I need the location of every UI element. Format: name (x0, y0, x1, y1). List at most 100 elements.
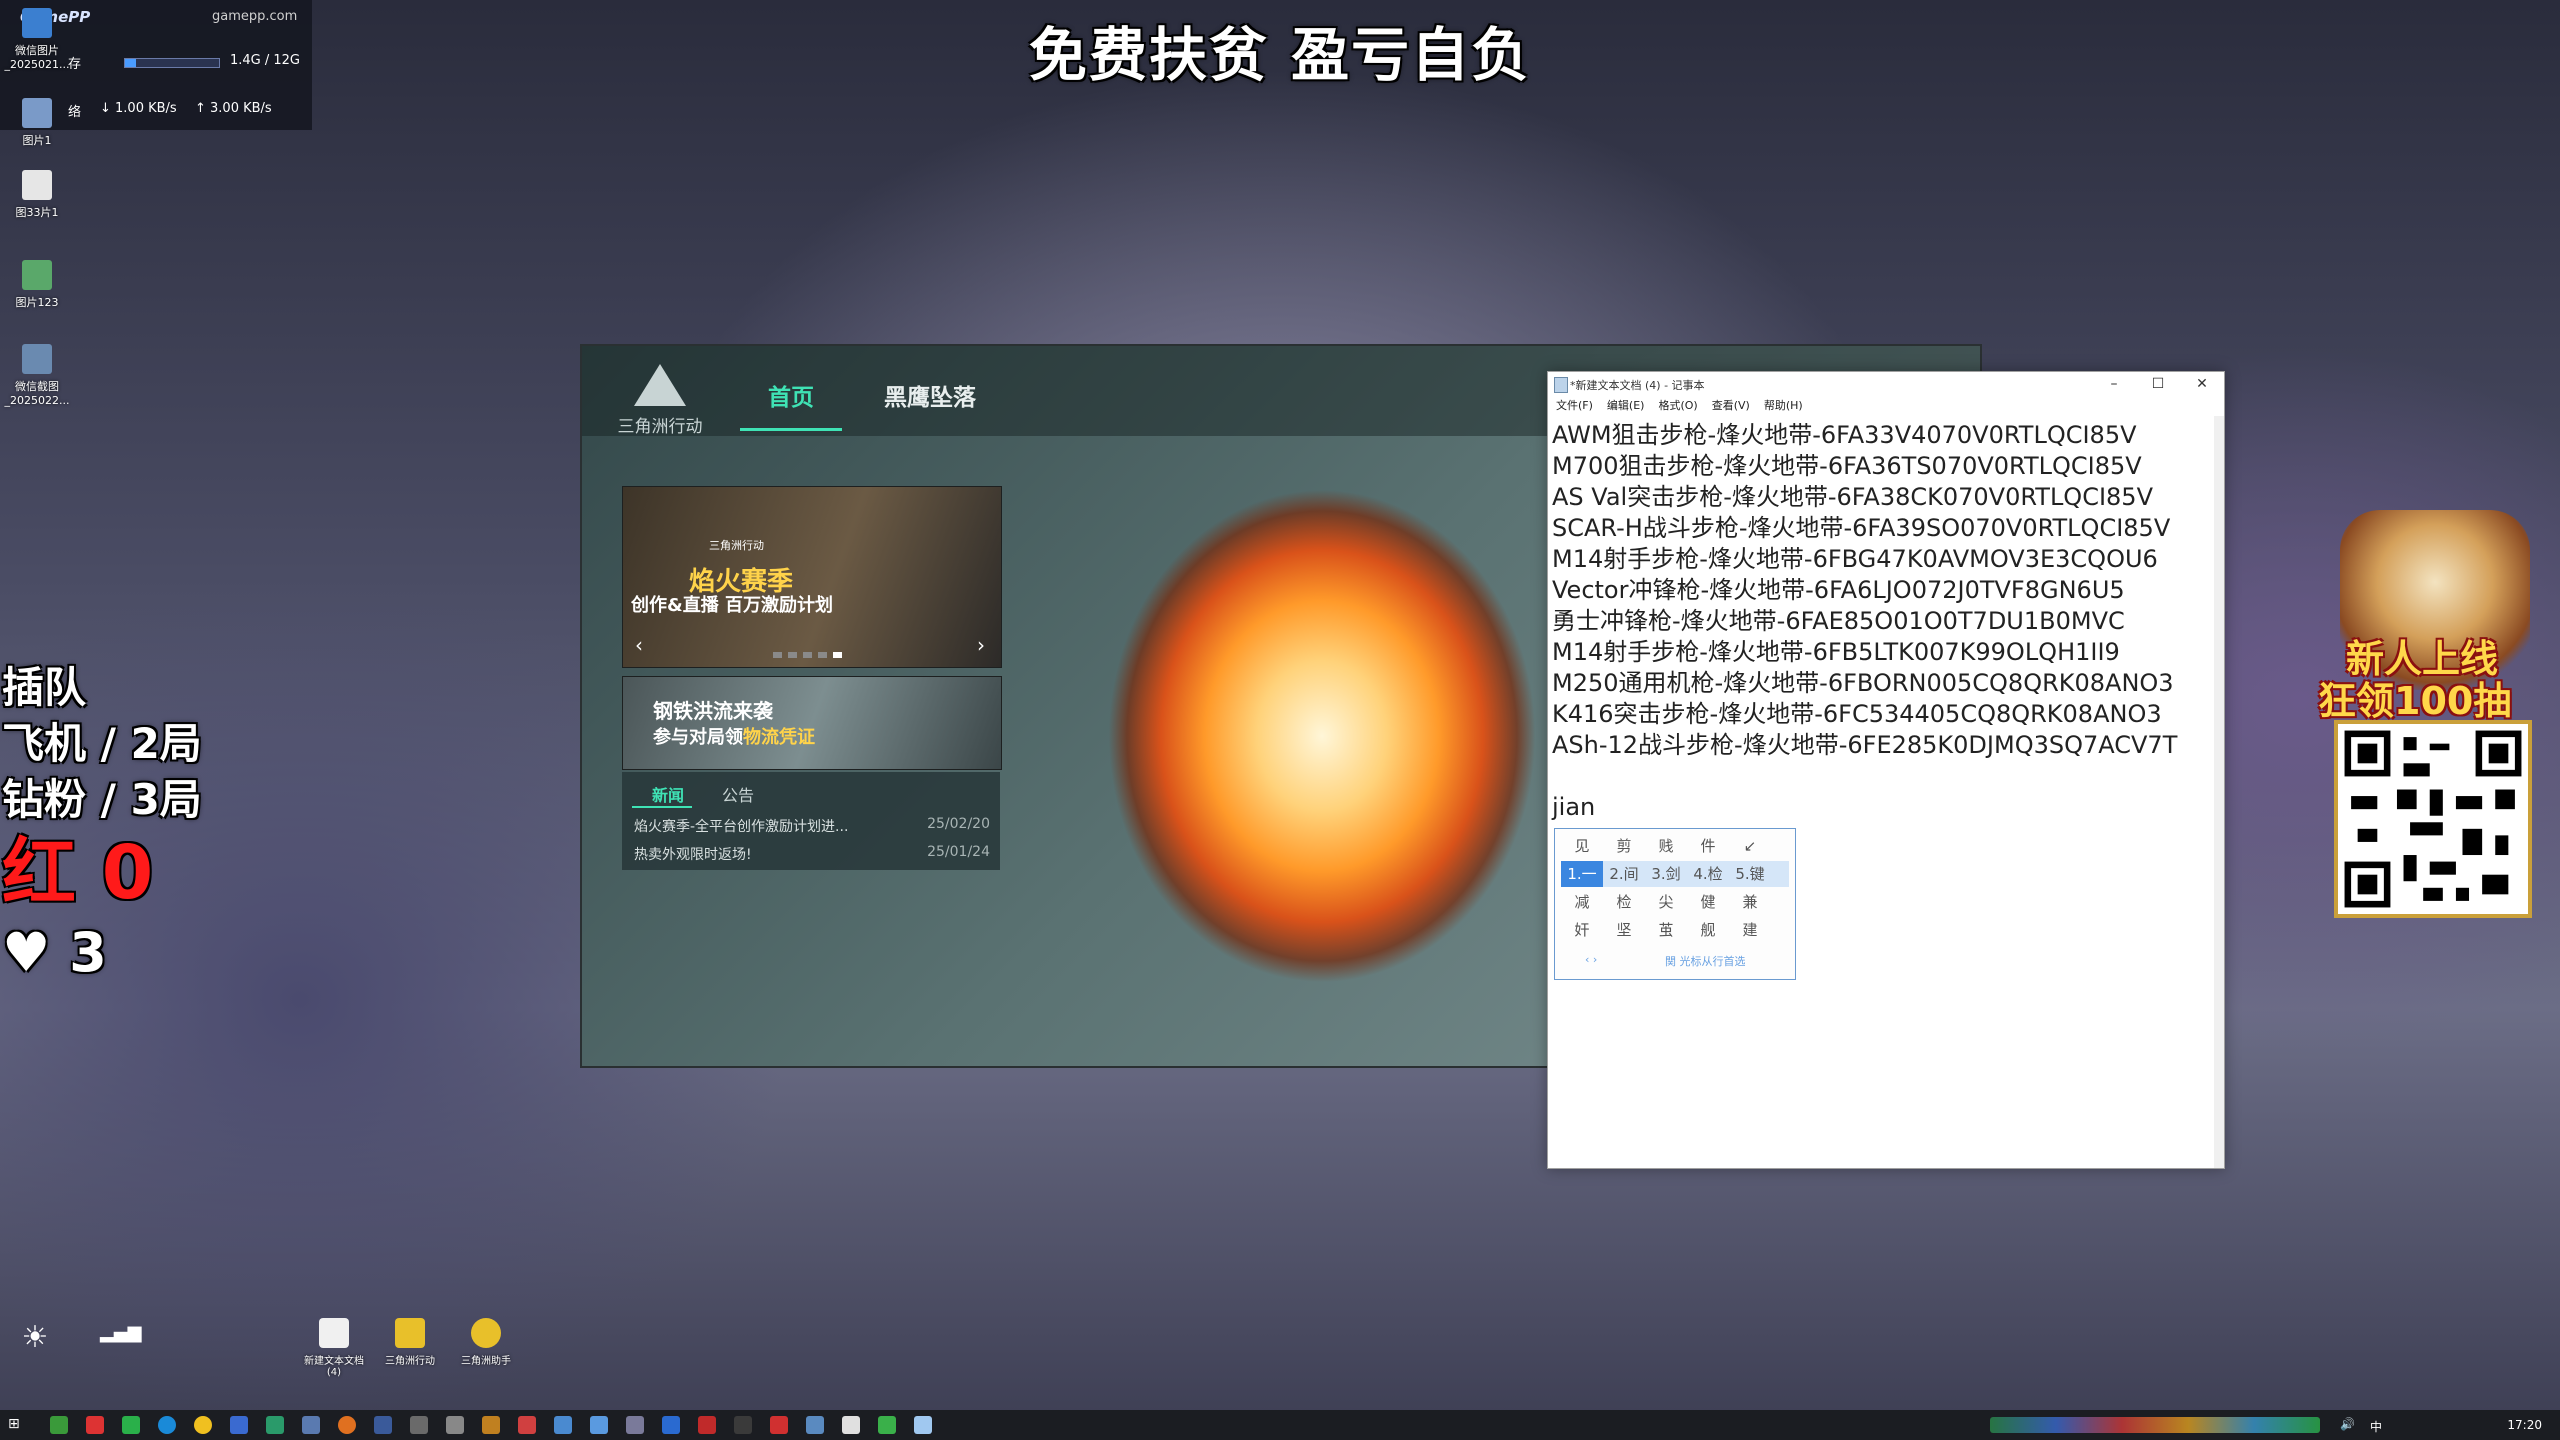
dock-item-delta-force[interactable]: 三角洲行动 (378, 1318, 442, 1367)
ime-candidate[interactable]: 4.检 (1687, 861, 1729, 887)
explosion-artwork (1022, 426, 1622, 1066)
ime-candidate[interactable]: 剪 (1603, 833, 1645, 859)
dock-item-textfile[interactable]: 新建文本文档 (4) (302, 1318, 366, 1378)
taskbar-app-icon[interactable] (338, 1416, 356, 1434)
ime-page-arrows-icon[interactable]: ‹ › (1585, 953, 1597, 966)
dock-item-label: 三角洲行动 (385, 1356, 435, 1367)
promo-banner[interactable]: 钢铁洪流来袭 参与对局领物流凭证 (622, 676, 1002, 770)
red-counter: 红 0 (2, 830, 154, 916)
news-item[interactable]: 热卖外观限时返场! 25/01/24 (634, 844, 990, 864)
menu-view[interactable]: 查看(V) (1712, 399, 1750, 412)
menu-help[interactable]: 帮助(H) (1764, 399, 1803, 412)
carousel-dots (773, 643, 848, 662)
ime-candidate[interactable]: 见 (1561, 833, 1603, 859)
ime-expand-icon[interactable]: ↙ (1729, 833, 1771, 859)
ime-tray-icon[interactable]: 中 (2370, 1418, 2382, 1435)
taskbar-app-icon[interactable] (698, 1416, 716, 1434)
ime-candidate[interactable]: 2.间 (1603, 861, 1645, 887)
ime-candidate[interactable]: 建 (1729, 917, 1771, 943)
wps-icon[interactable] (770, 1416, 788, 1434)
desktop-icon-image1[interactable]: 图片1 (2, 98, 72, 148)
desktop-icon-image33[interactable]: 图33片1 (2, 170, 72, 220)
menu-file[interactable]: 文件(F) (1556, 399, 1593, 412)
taskbar-app-icon[interactable] (734, 1416, 752, 1434)
taskbar-app-icon[interactable] (446, 1416, 464, 1434)
notepad-line: M14射手步枪-烽火地带-6FB5LTK007K99OLQH1II9 (1552, 638, 2120, 666)
ime-candidate[interactable]: 健 (1687, 889, 1729, 915)
carousel-next-icon[interactable]: › (977, 633, 985, 657)
close-button[interactable]: ✕ (2180, 372, 2224, 396)
ime-candidate-selected[interactable]: 1.一 (1561, 861, 1603, 887)
taskbar-app-icon[interactable] (590, 1416, 608, 1434)
system-tray-icons[interactable] (1990, 1417, 2320, 1433)
carousel-dot[interactable] (788, 652, 797, 658)
brightness-icon[interactable]: ☀ (18, 1320, 52, 1355)
carousel-dot[interactable] (818, 652, 827, 658)
ime-candidate[interactable]: 5.键 (1729, 861, 1771, 887)
chrome-icon[interactable] (194, 1416, 212, 1434)
notepad-line: M250通用机枪-烽火地带-6FBORN005CQ8QRK08ANO3 (1552, 669, 2174, 697)
taskbar-app-icon[interactable] (86, 1416, 104, 1434)
ime-candidate[interactable]: 减 (1561, 889, 1603, 915)
notepad-taskbar-icon[interactable] (914, 1416, 932, 1434)
carousel-dot-active[interactable] (833, 652, 842, 658)
tab-announcements[interactable]: 公告 (722, 782, 754, 806)
minimize-button[interactable]: – (2092, 372, 2136, 396)
launcher-logo-text: 三角洲行动 (617, 417, 703, 437)
vertical-scrollbar[interactable] (2214, 416, 2224, 1168)
maximize-button[interactable]: ☐ (2136, 372, 2180, 396)
ime-candidate[interactable]: 件 (1687, 833, 1729, 859)
carousel-dot[interactable] (803, 652, 812, 658)
ime-candidate[interactable]: 兼 (1729, 889, 1771, 915)
menu-format[interactable]: 格式(O) (1658, 399, 1697, 412)
taskbar-app-icon[interactable] (482, 1416, 500, 1434)
ime-row: 见剪贱件 ↙ (1561, 833, 1789, 859)
taskbar-app-icon[interactable] (302, 1416, 320, 1434)
carousel-dot[interactable] (773, 652, 782, 658)
signal-icon[interactable]: ▂▄▆ (100, 1322, 142, 1346)
ime-candidate[interactable]: 3.剑 (1645, 861, 1687, 887)
start-button-icon[interactable]: ⊞ (8, 1416, 26, 1434)
ime-footer[interactable]: 関 光标从行首选 (1665, 953, 1746, 969)
notepad-text-area[interactable]: AWM狙击步枪-烽火地带-6FA33V4070V0RTLQCI85V M700狙击… (1552, 420, 2202, 823)
volume-icon[interactable]: 🔊 (2340, 1417, 2355, 1431)
ime-candidate[interactable]: 茧 (1645, 917, 1687, 943)
taskbar-app-icon[interactable] (554, 1416, 572, 1434)
desktop-icon-image123[interactable]: 图片123 (2, 260, 72, 310)
tab-black-hawk-down[interactable]: 黑鹰坠落 (884, 378, 976, 412)
ime-candidate[interactable]: 坚 (1603, 917, 1645, 943)
desktop-icon-wechat-image[interactable]: 微信图片_2025021... (2, 8, 72, 71)
taskbar-app-icon[interactable] (230, 1416, 248, 1434)
news-item[interactable]: 焰火赛季-全平台创作激励计划进... 25/02/20 (634, 816, 990, 836)
steam-icon[interactable] (662, 1416, 680, 1434)
assistant-app-icon (471, 1318, 501, 1348)
taskbar-app-icon[interactable] (518, 1416, 536, 1434)
image-file-icon (22, 8, 52, 38)
banner-carousel[interactable]: 三角洲行动 焰火赛季 创作&直播 百万激励计划 ‹ › (622, 486, 1002, 668)
document-file-icon (22, 170, 52, 200)
menu-edit[interactable]: 编辑(E) (1607, 399, 1645, 412)
wechat-icon[interactable] (122, 1416, 140, 1434)
desktop-icon-wechat-screenshot[interactable]: 微信截图_2025022... (2, 344, 72, 407)
taskbar-app-icon[interactable] (626, 1416, 644, 1434)
dock-item-delta-assistant[interactable]: 三角洲助手 (454, 1318, 518, 1367)
ime-candidate[interactable]: 奸 (1561, 917, 1603, 943)
taskbar-app-icon[interactable] (806, 1416, 824, 1434)
tab-home[interactable]: 首页 (740, 378, 842, 431)
tab-news[interactable]: 新闻 (652, 782, 684, 806)
taskbar-app-icon[interactable] (374, 1416, 392, 1434)
news-date: 25/01/24 (927, 844, 990, 860)
ime-candidate[interactable]: 舰 (1687, 917, 1729, 943)
taskbar-app-icon[interactable] (878, 1416, 896, 1434)
taskbar-app-icon[interactable] (266, 1416, 284, 1434)
ime-candidate[interactable]: 贱 (1645, 833, 1687, 859)
notepad-titlebar[interactable]: *新建文本文档 (4) - 记事本 – ☐ ✕ (1548, 372, 2224, 396)
taskbar-app-icon[interactable] (842, 1416, 860, 1434)
ime-candidate[interactable]: 检 (1603, 889, 1645, 915)
edge-icon[interactable] (158, 1416, 176, 1434)
taskbar-app-icon[interactable] (50, 1416, 68, 1434)
ime-candidate[interactable]: 尖 (1645, 889, 1687, 915)
carousel-prev-icon[interactable]: ‹ (635, 633, 643, 657)
taskbar-app-icon[interactable] (410, 1416, 428, 1434)
taskbar-clock[interactable]: 17:20 (2507, 1418, 2542, 1432)
